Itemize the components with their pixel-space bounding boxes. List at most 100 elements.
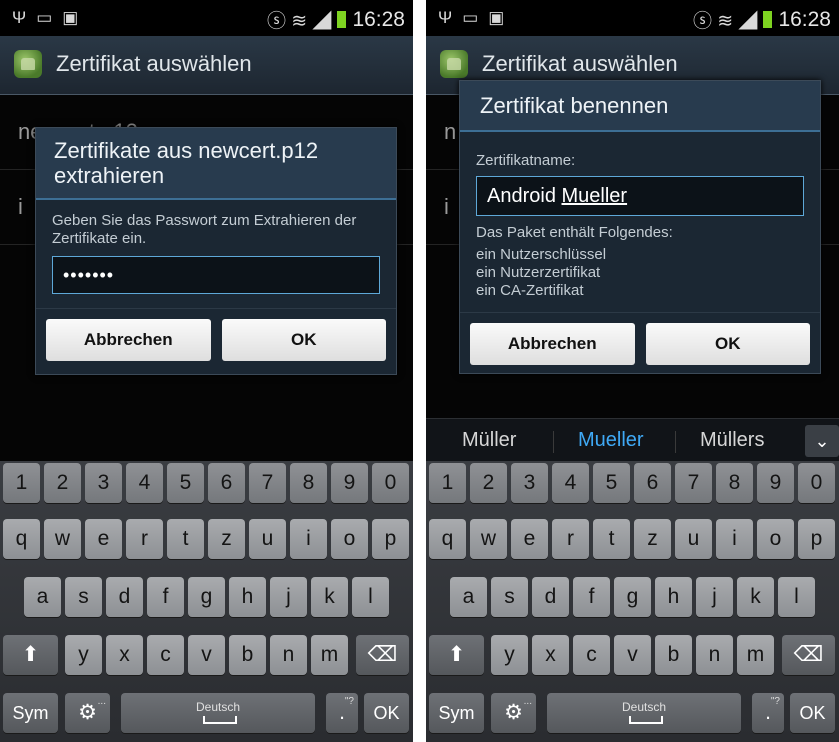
suggestion-item[interactable]: Müller	[462, 429, 516, 452]
ok-key[interactable]: OK	[364, 693, 409, 733]
cancel-button[interactable]: Abbrechen	[470, 323, 635, 365]
key[interactable]: l	[778, 577, 815, 617]
key[interactable]: q	[429, 519, 466, 559]
key[interactable]: j	[270, 577, 307, 617]
key[interactable]: u	[675, 519, 712, 559]
key[interactable]: b	[655, 635, 692, 675]
key[interactable]: z	[634, 519, 671, 559]
key[interactable]: m	[311, 635, 348, 675]
ok-key[interactable]: OK	[790, 693, 835, 733]
key[interactable]: r	[552, 519, 589, 559]
key[interactable]: h	[229, 577, 266, 617]
key[interactable]: p	[798, 519, 835, 559]
key[interactable]: 3	[85, 463, 122, 503]
key[interactable]: 8	[290, 463, 327, 503]
suggestion-item[interactable]: Müllers	[700, 429, 764, 452]
key[interactable]: d	[106, 577, 143, 617]
key[interactable]: f	[573, 577, 610, 617]
key[interactable]: h	[655, 577, 692, 617]
key[interactable]: c	[573, 635, 610, 675]
backspace-key[interactable]: ⌫	[782, 635, 835, 675]
sym-key[interactable]: Sym	[429, 693, 484, 733]
key[interactable]: k	[737, 577, 774, 617]
key[interactable]: o	[757, 519, 794, 559]
expand-suggestions-button[interactable]: ⌄	[805, 425, 839, 457]
key[interactable]: 5	[167, 463, 204, 503]
key[interactable]: q	[3, 519, 40, 559]
letter-row-3: ⬆ y x c v b n m ⌫	[426, 635, 839, 679]
key[interactable]: g	[188, 577, 225, 617]
key[interactable]: s	[65, 577, 102, 617]
shift-key[interactable]: ⬆	[429, 635, 484, 675]
key[interactable]: 6	[634, 463, 671, 503]
settings-key[interactable]: ... ⚙	[65, 693, 110, 733]
key[interactable]: o	[331, 519, 368, 559]
key[interactable]: 0	[372, 463, 409, 503]
key[interactable]: y	[65, 635, 102, 675]
shift-key[interactable]: ⬆	[3, 635, 58, 675]
key[interactable]: k	[311, 577, 348, 617]
key[interactable]: v	[188, 635, 225, 675]
key[interactable]: 9	[757, 463, 794, 503]
battery-icon	[337, 11, 347, 28]
key[interactable]: g	[614, 577, 651, 617]
key[interactable]: w	[44, 519, 81, 559]
key[interactable]: i	[290, 519, 327, 559]
key[interactable]: a	[450, 577, 487, 617]
key[interactable]: u	[249, 519, 286, 559]
key[interactable]: t	[167, 519, 204, 559]
key[interactable]: n	[696, 635, 733, 675]
space-key[interactable]: Deutsch	[121, 693, 315, 733]
key[interactable]: 1	[429, 463, 466, 503]
key[interactable]: 7	[249, 463, 286, 503]
key[interactable]: 8	[716, 463, 753, 503]
key[interactable]: v	[614, 635, 651, 675]
key[interactable]: 0	[798, 463, 835, 503]
key[interactable]: t	[593, 519, 630, 559]
key[interactable]: z	[208, 519, 245, 559]
period-key[interactable]: "? .	[326, 693, 358, 733]
settings-key[interactable]: ... ⚙	[491, 693, 536, 733]
cancel-button[interactable]: Abbrechen	[46, 319, 211, 361]
key[interactable]: 6	[208, 463, 245, 503]
key[interactable]: e	[511, 519, 548, 559]
key[interactable]: l	[352, 577, 389, 617]
ok-button[interactable]: OK	[221, 319, 386, 361]
period-key[interactable]: "? .	[752, 693, 784, 733]
key[interactable]: p	[372, 519, 409, 559]
backspace-key[interactable]: ⌫	[356, 635, 409, 675]
key[interactable]: s	[491, 577, 528, 617]
key[interactable]: 4	[126, 463, 163, 503]
key[interactable]: j	[696, 577, 733, 617]
key[interactable]: n	[270, 635, 307, 675]
key[interactable]: 9	[331, 463, 368, 503]
key[interactable]: w	[470, 519, 507, 559]
sym-key[interactable]: Sym	[3, 693, 58, 733]
key[interactable]: b	[229, 635, 266, 675]
key[interactable]: 3	[511, 463, 548, 503]
key[interactable]: d	[532, 577, 569, 617]
key[interactable]: r	[126, 519, 163, 559]
suggestion-item-selected[interactable]: Mueller	[578, 429, 644, 452]
key[interactable]: x	[106, 635, 143, 675]
key[interactable]: 5	[593, 463, 630, 503]
key[interactable]: 2	[470, 463, 507, 503]
key[interactable]: y	[491, 635, 528, 675]
key[interactable]: e	[85, 519, 122, 559]
key[interactable]: f	[147, 577, 184, 617]
key[interactable]: c	[147, 635, 184, 675]
space-key[interactable]: Deutsch	[547, 693, 741, 733]
key[interactable]: m	[737, 635, 774, 675]
ok-button[interactable]: OK	[645, 323, 810, 365]
key[interactable]: a	[24, 577, 61, 617]
number-row: 1 2 3 4 5 6 7 8 9 0	[0, 463, 413, 507]
password-input[interactable]: •••••••	[52, 256, 380, 294]
certificate-name-input[interactable]: Android Mueller	[476, 176, 804, 216]
key[interactable]: i	[716, 519, 753, 559]
key[interactable]: 2	[44, 463, 81, 503]
number-row: 1 2 3 4 5 6 7 8 9 0	[426, 463, 839, 507]
key[interactable]: 1	[3, 463, 40, 503]
key[interactable]: 7	[675, 463, 712, 503]
key[interactable]: 4	[552, 463, 589, 503]
key[interactable]: x	[532, 635, 569, 675]
